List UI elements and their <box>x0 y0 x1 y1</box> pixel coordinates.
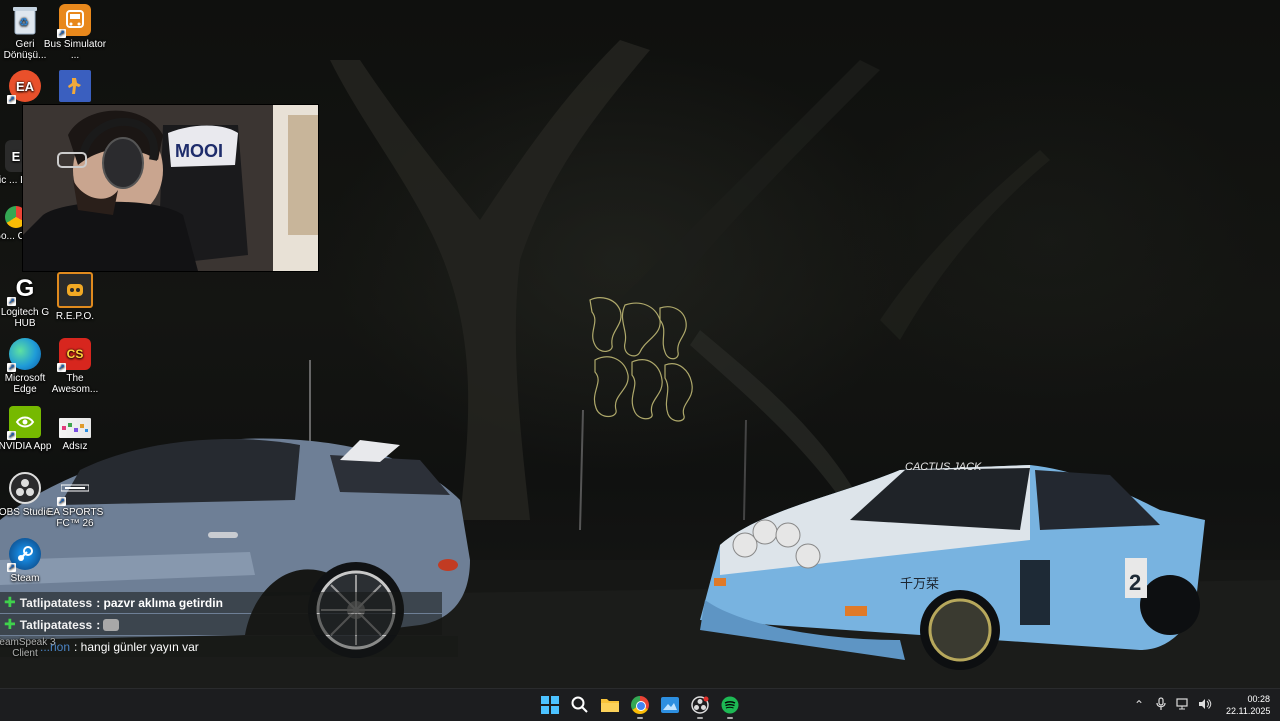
repo-game-icon <box>57 272 93 308</box>
shortcut-arrow-icon: ↗ <box>57 363 66 372</box>
desktop-icon-counter-strike[interactable] <box>43 70 107 105</box>
desktop-icon-label: Steam <box>10 573 40 584</box>
plus-badge-icon: ✚ <box>4 616 16 632</box>
shortcut-arrow-icon: ↗ <box>57 29 66 38</box>
start-button[interactable] <box>538 691 562 719</box>
taskbar: ⌃ 00:28 22.11.2025 <box>0 688 1280 721</box>
ea-app-icon: EA ↗ <box>7 70 41 104</box>
taskbar-apps <box>538 689 742 721</box>
bmw-car: CACTUS JACK 2 千万栞 <box>700 461 1205 670</box>
chat-username: Tatlipatatess <box>19 617 93 632</box>
file-explorer-icon <box>601 699 619 712</box>
ea-logo-text: EA <box>15 78 35 94</box>
chat-text: : pazvr aklıma getirdin <box>96 595 223 610</box>
the-awesome-cs-icon: CS ↗ <box>57 338 91 372</box>
chat-message: ✚ Tatlipatatess : <box>0 614 442 635</box>
shortcut-arrow-icon: ↗ <box>7 563 16 572</box>
microphone-icon[interactable] <box>1151 696 1171 714</box>
shortcut-arrow-icon: ↗ <box>7 363 16 372</box>
desktop-icon-the-awesome[interactable]: CS ↗ The Awesom... <box>43 338 107 395</box>
spotify-icon <box>721 696 739 714</box>
chrome-icon <box>631 696 649 714</box>
desktop-icon-repo[interactable]: R.E.P.O. <box>43 272 107 322</box>
webcam-feed: MOOI <box>23 105 318 271</box>
tray-overflow-chevron-icon[interactable]: ⌃ <box>1129 698 1149 712</box>
taskbar-photos[interactable] <box>658 691 682 719</box>
cat-emote-icon <box>103 618 120 631</box>
adsiz-image-icon <box>59 418 91 438</box>
taskbar-chrome[interactable] <box>628 691 652 719</box>
search-icon <box>571 696 588 713</box>
logitech-g-hub-icon: G ↗ <box>7 274 35 306</box>
chat-message: ...rion : hangi günler yayın var <box>0 636 458 657</box>
photos-icon <box>661 697 679 713</box>
clock-time: 00:28 <box>1247 694 1270 704</box>
chat-message: ✚ Tatlipatatess : pazvr aklıma getirdin <box>0 592 442 613</box>
obs-icon <box>691 696 709 714</box>
bus-simulator-icon: ↗ <box>57 4 91 38</box>
desktop-icon-label: EA SPORTS FC™ 26 <box>46 507 104 529</box>
clock-date: 22.11.2025 <box>1226 706 1271 716</box>
webcam-overlay: MOOI <box>22 104 319 272</box>
clock[interactable]: 00:28 22.11.2025 <box>1226 693 1270 717</box>
system-tray: ⌃ 00:28 22.11.2025 <box>1128 689 1280 721</box>
chat-username: ...rion <box>40 639 71 654</box>
chat-text: : <box>96 617 101 632</box>
desktop-icon-adsiz[interactable]: Adsız <box>43 406 107 452</box>
taskbar-spotify[interactable] <box>718 691 742 719</box>
volume-icon[interactable] <box>1195 698 1215 713</box>
taskbar-file-explorer[interactable] <box>598 691 622 719</box>
nvidia-app-icon: ↗ <box>7 406 41 440</box>
desktop-icon-label: R.E.P.O. <box>55 311 95 322</box>
microsoft-edge-icon: ↗ <box>7 338 41 372</box>
recycle-bin-icon: ♻ <box>9 4 41 36</box>
svg-text:MOOI: MOOI <box>175 141 223 161</box>
steam-icon: ↗ <box>7 538 41 572</box>
plus-badge-icon: ✚ <box>4 594 16 610</box>
desktop-icon-steam[interactable]: ↗ Steam <box>0 538 57 584</box>
desktop-icon-label: Bus Simulator ... <box>43 39 107 61</box>
desktop-icon-label: Geri Dönüşü... <box>3 39 47 61</box>
desktop-icon-ea-sports-fc[interactable]: ↗ EA SPORTS FC™ 26 <box>43 472 107 529</box>
network-icon[interactable] <box>1173 697 1193 713</box>
chat-username: Tatlipatatess <box>19 595 93 610</box>
windows-start-icon <box>541 696 559 714</box>
desktop-icon-label: The Awesom... <box>51 373 99 395</box>
counter-strike-icon <box>59 70 91 102</box>
chat-text: : hangi günler yayın var <box>74 639 199 654</box>
shortcut-arrow-icon: ↗ <box>7 297 16 306</box>
shortcut-arrow-icon: ↗ <box>7 95 16 104</box>
taskbar-obs[interactable] <box>688 691 712 719</box>
ea-sports-fc-icon: ↗ <box>57 472 91 506</box>
stream-chat-overlay: ✚ Tatlipatatess : pazvr aklıma getirdin … <box>0 592 458 658</box>
shortcut-arrow-icon: ↗ <box>57 497 66 506</box>
svg-text:2: 2 <box>1129 570 1141 595</box>
desktop-icon-bus-simulator[interactable]: ↗ Bus Simulator ... <box>43 4 107 61</box>
desktop-icon-label: Microsoft Edge <box>4 373 46 395</box>
desktop: CACTUS JACK 2 千万栞 ♻ Geri Dönüşü... ↗ Bus… <box>0 0 1280 688</box>
search-button[interactable] <box>568 691 592 719</box>
svg-text:千万栞: 千万栞 <box>900 576 939 591</box>
desktop-icon-label: Adsız <box>62 441 88 452</box>
desktop-icon-label: Logitech G HUB <box>0 307 50 329</box>
obs-studio-icon <box>9 472 41 504</box>
shortcut-arrow-icon: ↗ <box>7 431 16 440</box>
svg-text:CACTUS JACK: CACTUS JACK <box>905 461 982 473</box>
svg-text:♻: ♻ <box>19 17 29 29</box>
